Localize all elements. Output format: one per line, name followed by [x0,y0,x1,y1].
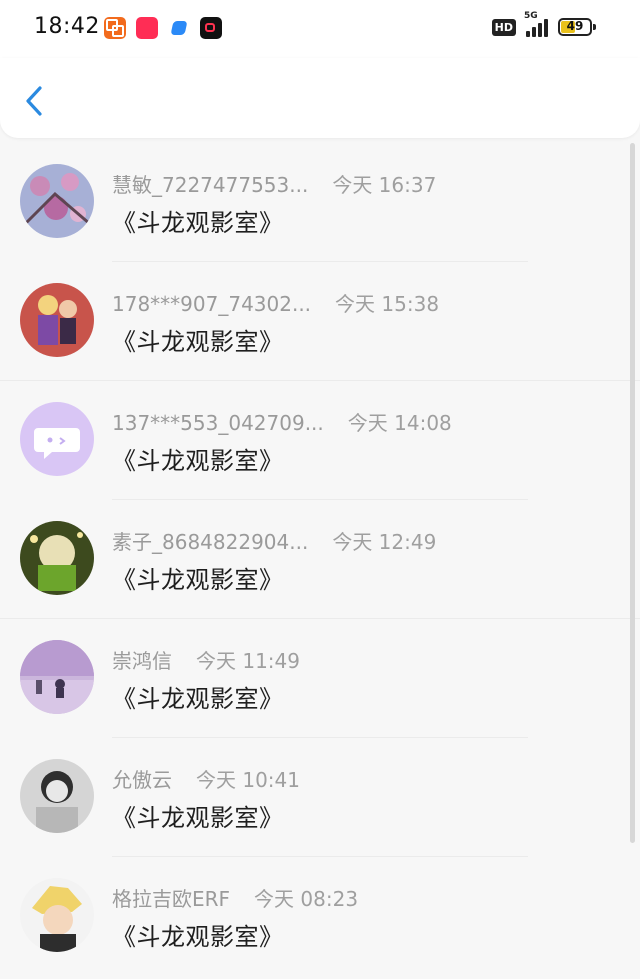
message-meta: 崇鸿信 今天 11:49 [112,645,300,674]
signal-icon: 5G [524,11,548,37]
avatar[interactable] [20,640,94,714]
avatar[interactable] [20,283,94,357]
back-button[interactable] [22,84,52,118]
message-time: 今天 08:23 [254,887,359,911]
chevron-left-icon [26,86,42,116]
message-text: 《斗龙观影室》 [112,328,284,356]
avatar[interactable] [20,878,94,952]
video-app-icon [200,17,222,39]
hd-icon: HD [491,18,516,36]
list-item[interactable]: 格拉吉欧ERF 今天 08:23 《斗龙观影室》 [0,857,640,976]
message-meta: 素子_8684822904... 今天 12:49 [112,526,436,555]
sender-name: 格拉吉欧ERF [112,887,231,911]
list-item[interactable]: 允傲云 今天 10:41 《斗龙观影室》 [0,738,640,857]
message-text: 《斗龙观影室》 [112,566,284,594]
shopping-app-icon [104,17,126,39]
scrollbar[interactable] [630,143,635,843]
sender-name: 178***907_74302... [112,292,312,316]
sender-name: 慧敏_7227477553... [112,173,309,197]
top-nav-bar [0,58,640,138]
message-time: 今天 16:37 [332,173,437,197]
message-time: 今天 12:49 [332,530,437,554]
message-meta: 178***907_74302... 今天 15:38 [112,288,439,317]
notification-icons [104,17,222,39]
message-list[interactable]: 慧敏_7227477553... 今天 16:37 《斗龙观影室》 178***9… [0,143,640,976]
message-text: 《斗龙观影室》 [112,804,284,832]
status-time: 18:42 [34,14,100,39]
system-status: HD 5G 49 [491,11,596,37]
message-meta: 格拉吉欧ERF 今天 08:23 [112,883,358,912]
red-app-icon [136,17,158,39]
avatar[interactable] [20,521,94,595]
list-item[interactable]: 178***907_74302... 今天 15:38 《斗龙观影室》 [0,262,640,381]
list-item[interactable]: 慧敏_7227477553... 今天 16:37 《斗龙观影室》 [0,143,640,262]
message-time: 今天 14:08 [347,411,452,435]
status-bar: 18:42 HD 5G 49 [0,0,640,58]
message-time: 今天 15:38 [335,292,440,316]
message-time: 今天 10:41 [196,768,300,792]
list-item[interactable]: 素子_8684822904... 今天 12:49 《斗龙观影室》 [0,500,640,619]
list-item[interactable]: 137***553_042709... 今天 14:08 《斗龙观影室》 [0,381,640,500]
message-text: 《斗龙观影室》 [112,923,284,951]
message-time: 今天 11:49 [196,649,300,673]
message-text: 《斗龙观影室》 [112,209,284,237]
message-text: 《斗龙观影室》 [112,685,284,713]
list-item[interactable]: 崇鸿信 今天 11:49 《斗龙观影室》 [0,619,640,738]
avatar[interactable] [20,164,94,238]
sender-name: 素子_8684822904... [112,530,309,554]
sender-name: 137***553_042709... [112,411,324,435]
network-type: 5G [524,11,538,21]
battery-level: 49 [566,19,584,33]
message-text: 《斗龙观影室》 [112,447,284,475]
avatar[interactable] [20,402,94,476]
blue-app-icon [168,17,190,39]
message-meta: 慧敏_7227477553... 今天 16:37 [112,169,436,198]
sender-name: 崇鸿信 [112,649,172,673]
message-meta: 137***553_042709... 今天 14:08 [112,407,452,436]
avatar[interactable] [20,759,94,833]
battery-icon: 49 [558,18,596,36]
message-meta: 允傲云 今天 10:41 [112,764,300,793]
sender-name: 允傲云 [112,768,172,792]
